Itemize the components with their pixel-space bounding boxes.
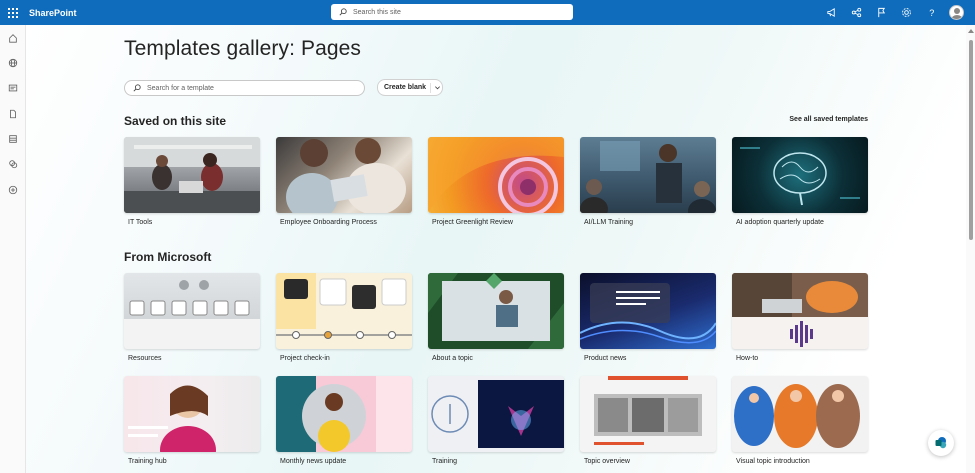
microsoft-section-title: From Microsoft bbox=[124, 250, 212, 264]
template-card[interactable]: Project check-in bbox=[276, 273, 412, 362]
template-card-label: Employee Onboarding Process bbox=[280, 219, 377, 226]
template-card-label: Training hub bbox=[128, 458, 167, 465]
flag-icon[interactable] bbox=[869, 0, 894, 25]
template-card-label: IT Tools bbox=[128, 219, 153, 226]
app-launcher-icon[interactable] bbox=[0, 0, 25, 25]
home-icon[interactable] bbox=[6, 31, 20, 45]
search-icon bbox=[133, 84, 141, 92]
template-card[interactable]: Resources bbox=[124, 273, 260, 362]
app-name[interactable]: SharePoint bbox=[29, 8, 77, 18]
template-card-label: Topic overview bbox=[584, 458, 630, 465]
template-card-label: Training bbox=[432, 458, 458, 465]
template-card-label: Project check-in bbox=[280, 355, 330, 362]
template-card[interactable]: IT Tools bbox=[124, 137, 260, 226]
template-card[interactable]: Training bbox=[428, 376, 564, 465]
scrollbar-thumb[interactable] bbox=[969, 40, 973, 240]
template-card-label: AI/LLM Training bbox=[584, 219, 634, 226]
template-thumbnail bbox=[732, 376, 868, 452]
template-card-label: Visual topic introduction bbox=[736, 458, 810, 465]
main-content: Templates gallery: Pages Search for a te… bbox=[26, 25, 966, 473]
template-thumbnail bbox=[580, 273, 716, 349]
template-card[interactable]: Product news bbox=[580, 273, 716, 362]
scroll-up-arrow-icon[interactable] bbox=[968, 29, 974, 33]
avatar-icon bbox=[949, 5, 964, 20]
search-icon bbox=[339, 8, 347, 16]
template-card-label: Product news bbox=[584, 355, 627, 362]
file-icon[interactable] bbox=[6, 107, 20, 121]
template-card[interactable]: Topic overview bbox=[580, 376, 716, 465]
split-divider bbox=[430, 83, 431, 93]
template-card-label: AI adoption quarterly update bbox=[736, 219, 824, 226]
site-search-box[interactable]: Search this site bbox=[331, 4, 573, 20]
template-thumbnail bbox=[580, 137, 716, 213]
chevron-down-icon[interactable] bbox=[434, 84, 441, 91]
left-app-bar bbox=[0, 25, 26, 473]
template-thumbnail bbox=[428, 137, 564, 213]
template-thumbnail bbox=[732, 137, 868, 213]
template-search-placeholder: Search for a template bbox=[147, 84, 214, 92]
vertical-scrollbar[interactable] bbox=[966, 25, 975, 473]
see-all-saved-link[interactable]: See all saved templates bbox=[789, 116, 868, 123]
template-thumbnail bbox=[124, 376, 260, 452]
sites-icon[interactable] bbox=[6, 157, 20, 171]
sharepoint-logo-icon bbox=[935, 437, 947, 449]
template-card[interactable]: Visual topic introduction bbox=[732, 376, 868, 465]
share-network-icon[interactable] bbox=[844, 0, 869, 25]
news-icon[interactable] bbox=[6, 81, 20, 95]
template-thumbnail bbox=[428, 376, 564, 452]
suite-header: SharePoint Search this site ? bbox=[0, 0, 975, 25]
template-card-label: Monthly news update bbox=[280, 458, 347, 465]
create-blank-button[interactable]: Create blank bbox=[377, 79, 443, 96]
template-thumbnail bbox=[276, 273, 412, 349]
svg-text:?: ? bbox=[929, 8, 934, 18]
template-card[interactable]: Employee Onboarding Process bbox=[276, 137, 412, 226]
template-card-label: Project Greenlight Review bbox=[432, 219, 513, 226]
template-thumbnail bbox=[124, 137, 260, 213]
megaphone-icon[interactable] bbox=[819, 0, 844, 25]
saved-section-title: Saved on this site bbox=[124, 114, 227, 128]
template-thumbnail bbox=[580, 376, 716, 452]
add-icon[interactable] bbox=[6, 183, 20, 197]
site-search-placeholder: Search this site bbox=[353, 8, 401, 16]
template-search-input[interactable]: Search for a template bbox=[124, 80, 365, 96]
template-card[interactable]: Project Greenlight Review bbox=[428, 137, 564, 226]
template-card[interactable]: About a topic bbox=[428, 273, 564, 362]
template-thumbnail bbox=[428, 273, 564, 349]
template-card-label: About a topic bbox=[432, 355, 473, 362]
template-card[interactable]: AI adoption quarterly update bbox=[732, 137, 868, 226]
template-card[interactable]: How-to bbox=[732, 273, 868, 362]
template-thumbnail bbox=[732, 273, 868, 349]
help-icon[interactable]: ? bbox=[919, 0, 944, 25]
template-thumbnail bbox=[276, 376, 412, 452]
template-thumbnail bbox=[276, 137, 412, 213]
template-card[interactable]: AI/LLM Training bbox=[580, 137, 716, 226]
sharepoint-assistant-button[interactable] bbox=[928, 430, 954, 456]
list-icon[interactable] bbox=[6, 132, 20, 146]
template-thumbnail bbox=[124, 273, 260, 349]
create-blank-label: Create blank bbox=[384, 84, 427, 91]
account-avatar[interactable] bbox=[944, 0, 969, 25]
page-title: Templates gallery: Pages bbox=[124, 37, 362, 60]
template-card[interactable]: Training hub bbox=[124, 376, 260, 465]
gear-icon[interactable] bbox=[894, 0, 919, 25]
template-card-label: How-to bbox=[736, 355, 759, 362]
template-card[interactable]: Monthly news update bbox=[276, 376, 412, 465]
template-card-label: Resources bbox=[128, 355, 162, 362]
globe-icon[interactable] bbox=[6, 56, 20, 70]
